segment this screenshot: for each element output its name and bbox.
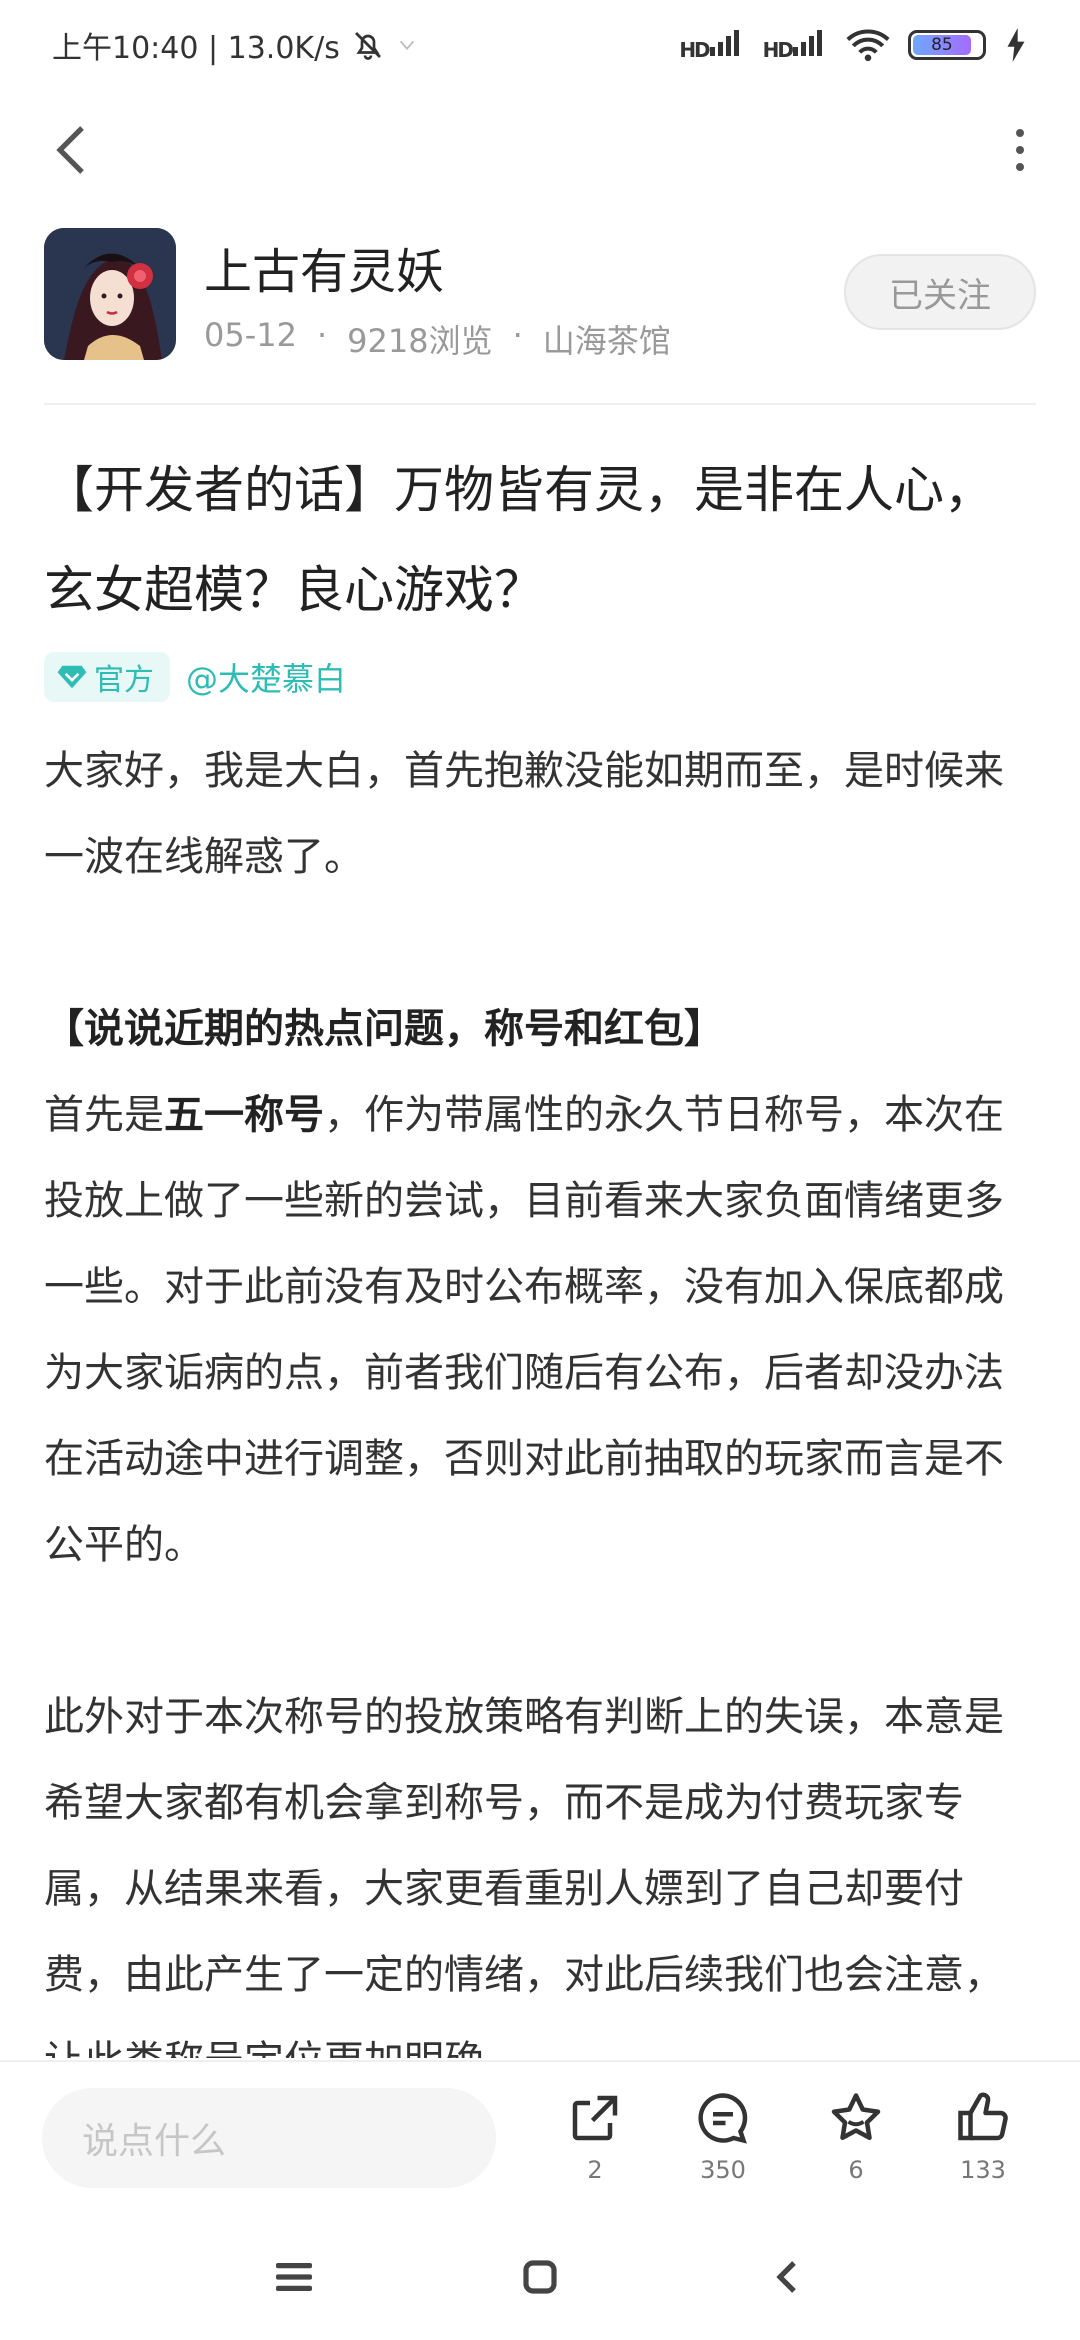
like-button[interactable]: 133: [933, 2088, 1033, 2184]
share-icon: [572, 2095, 618, 2141]
signal-label-2: HD: [762, 37, 794, 62]
like-count: 133: [960, 2156, 1006, 2184]
meta-dot: ·: [512, 316, 523, 354]
status-time: 上午10:40 | 13.0K/s: [52, 31, 340, 66]
signal-icon: HD: [679, 29, 744, 62]
action-bar: 说点什么 2 350 6 133: [0, 2060, 1080, 2210]
home-button[interactable]: [510, 2252, 570, 2302]
thumbs-up-icon: [958, 2092, 1008, 2141]
signal-icon-2: HD: [763, 29, 828, 62]
p2-pre: 首先是: [44, 1092, 164, 1138]
notification-icon: [399, 40, 414, 51]
follow-button[interactable]: 已关注: [844, 254, 1036, 330]
menu-button[interactable]: [264, 2252, 324, 2302]
p2-bold: 五一称号: [164, 1092, 324, 1138]
divider: [44, 403, 1036, 405]
author-header: 上古有灵妖 05-12 · 9218浏览 · 山海茶馆 已关注: [44, 228, 1036, 360]
favorite-button[interactable]: 6: [806, 2088, 906, 2184]
battery-icon: 85: [908, 30, 986, 60]
paragraph-intro: 大家好，我是大白，首先抱歉没能如期而至，是时候来一波在线解惑了。: [44, 748, 1004, 880]
post-title: 【开发者的话】万物皆有灵，是非在人心，玄女超模？良心游戏？: [44, 461, 994, 619]
more-dot-icon: [1016, 163, 1024, 171]
post-tags: 官方 @大楚慕白: [44, 652, 346, 702]
more-dot-icon: [1016, 129, 1024, 137]
forum-name[interactable]: 山海茶馆: [543, 316, 671, 362]
meta-dot: ·: [316, 316, 328, 354]
battery-level: 85: [913, 35, 971, 55]
status-left: 上午10:40 | 13.0K/s: [52, 23, 418, 67]
favorite-count: 6: [848, 2156, 864, 2184]
comment-count: 350: [700, 2156, 746, 2184]
post-date: 05-12: [204, 316, 297, 354]
comment-button[interactable]: 350: [673, 2088, 773, 2184]
home-square-icon: [523, 2260, 557, 2294]
avatar[interactable]: [44, 228, 176, 360]
star-icon: [831, 2093, 881, 2140]
share-button[interactable]: 2: [545, 2088, 645, 2184]
chevron-left-icon: [776, 2261, 796, 2293]
system-nav-bar: [0, 2212, 1080, 2340]
mention-link[interactable]: @大楚慕白: [186, 654, 346, 700]
system-back-button[interactable]: [756, 2252, 816, 2302]
menu-icon: [276, 2263, 312, 2291]
view-count: 9218浏览: [347, 322, 493, 360]
paragraph-strategy: 此外对于本次称号的投放策略有判断上的失误，本意是希望大家都有机会拿到称号，而不是…: [44, 1694, 1004, 2058]
share-count: 2: [587, 2156, 603, 2184]
post-meta: 05-12 · 9218浏览 · 山海茶馆: [204, 316, 671, 362]
more-options-button[interactable]: [990, 120, 1050, 180]
official-badge: 官方: [44, 652, 170, 702]
signal-label: HD: [679, 37, 710, 62]
back-button[interactable]: [40, 120, 100, 180]
comment-icon: [698, 2093, 748, 2144]
mute-bell-icon: [354, 32, 381, 60]
charging-icon: [1007, 28, 1025, 62]
status-bar: 上午10:40 | 13.0K/s HD HD 85: [0, 0, 1080, 90]
comment-input[interactable]: 说点什么: [42, 2088, 496, 2188]
post-body: 大家好，我是大白，首先抱歉没能如期而至，是时候来一波在线解惑了。 【说说近期的热…: [44, 728, 1036, 2058]
author-name[interactable]: 上古有灵妖: [204, 232, 444, 302]
official-label: 官方: [94, 663, 154, 698]
more-dot-icon: [1016, 146, 1024, 154]
section-heading-text: 【说说近期的热点问题，称号和红包】: [44, 1006, 724, 1052]
diamond-icon: [57, 665, 87, 689]
wifi-icon: [846, 29, 890, 62]
section-heading: 【说说近期的热点问题，称号和红包】: [44, 986, 1036, 1072]
paragraph-title-badge: 首先是五一称号，作为带属性的永久节日称号，本次在投放上做了一些新的尝试，目前看来…: [44, 1072, 1036, 1588]
top-nav: [0, 110, 1080, 190]
p2-post: ，作为带属性的永久节日称号，本次在投放上做了一些新的尝试，目前看来大家负面情绪更…: [44, 1092, 1004, 1568]
chevron-left-icon: [56, 126, 84, 174]
status-right: HD HD 85: [679, 28, 1028, 62]
